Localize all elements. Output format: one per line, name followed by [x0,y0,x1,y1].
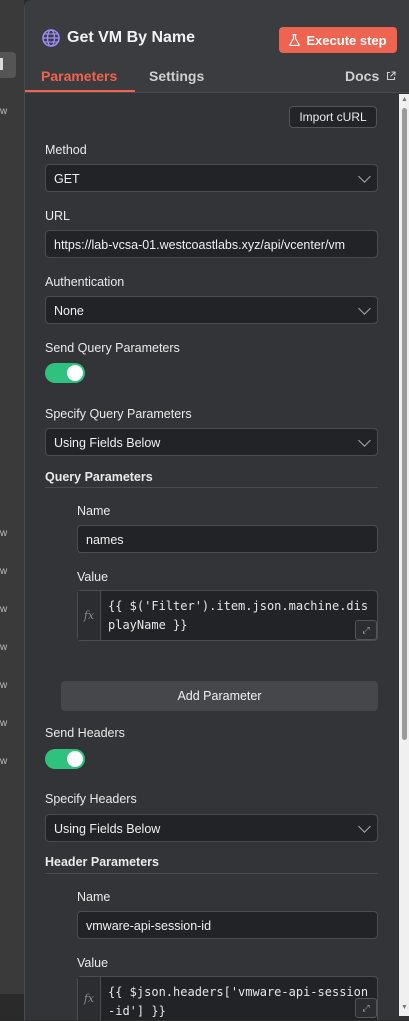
canvas-edge-mark: w [0,642,8,653]
canvas-footer [0,994,24,1020]
chevron-down-icon [358,434,371,447]
query-params-heading: Query Parameters [45,470,153,484]
flask-icon [289,34,301,46]
send-query-toggle[interactable] [45,363,85,383]
section-divider [45,873,378,874]
node-parameters-panel: Get VM By Name Execute step Parameters S… [24,0,409,1020]
specify-headers-value: Using Fields Below [54,822,161,836]
chevron-down-icon [358,170,371,183]
scrollbar-thumb[interactable] [402,108,407,740]
header-value-code: {{ $json.headers['vmware-api-session-id'… [108,985,369,1018]
canvas-node-tab[interactable] [0,52,16,78]
toggle-knob [67,751,83,767]
query-value-code: {{ $('Filter').item.json.machine.display… [108,599,369,632]
expand-icon[interactable]: ⤢ [355,620,377,640]
method-label: Method [45,143,87,157]
scroll-down-arrow[interactable]: ▼ [401,1004,408,1011]
method-value: GET [54,172,80,186]
canvas-edge-mark: w [0,680,8,691]
external-link-icon [387,71,396,81]
send-headers-label: Send Headers [45,726,125,740]
send-headers-toggle[interactable] [45,749,85,769]
node-title[interactable]: Get VM By Name [67,29,195,47]
canvas-edge-mark: w [0,528,8,539]
add-parameter-button[interactable]: Add Parameter [61,681,378,711]
header-value-label: Value [77,956,109,970]
canvas-edge-mark: w [0,756,8,767]
execute-step-button[interactable]: Execute step [279,27,397,53]
expand-icon[interactable]: ⤢ [355,998,377,1018]
canvas-background: w w w w w w w w [0,0,24,1020]
authentication-value: None [54,304,84,318]
canvas-edge-mark: w [0,718,8,729]
section-divider [45,487,378,488]
docs-link[interactable]: Docs [345,68,396,84]
chevron-down-icon [358,820,371,833]
canvas-edge-mark: w [0,106,8,117]
specify-query-select[interactable]: Using Fields Below [45,428,378,456]
authentication-label: Authentication [45,275,125,289]
fx-icon: fx [78,591,101,640]
canvas-edge-mark: w [0,604,8,615]
header-value-expression[interactable]: fx {{ $json.headers['vmware-api-session-… [77,976,378,1020]
specify-query-label: Specify Query Parameters [45,407,192,421]
url-label: URL [45,209,71,223]
tab-parameters[interactable]: Parameters [41,68,117,84]
specify-query-value: Using Fields Below [54,436,161,450]
header-params-heading: Header Parameters [45,855,159,869]
title-row: Get VM By Name [41,28,195,48]
import-curl-button[interactable]: Import cURL [289,106,377,128]
query-name-label: Name [77,504,111,518]
panel-header: Get VM By Name Execute step Parameters S… [25,0,409,93]
docs-label: Docs [345,68,380,84]
scroll-up-arrow[interactable]: ▲ [401,96,408,103]
tab-settings[interactable]: Settings [149,68,204,84]
execute-step-label: Execute step [306,32,387,48]
fx-icon: fx [78,977,101,1020]
url-input[interactable]: https://lab-vcsa-01.westcoastlabs.xyz/ap… [45,230,378,258]
header-name-label: Name [77,890,111,904]
query-name-input[interactable]: names [77,525,378,553]
panel-tabs: Parameters Settings Docs [25,66,409,93]
chevron-down-icon [358,302,371,315]
canvas-edge-mark: w [0,566,8,577]
authentication-select[interactable]: None [45,296,378,324]
query-value-label: Value [77,570,109,584]
globe-icon [42,29,60,47]
specify-headers-select[interactable]: Using Fields Below [45,814,378,842]
active-tab-indicator [25,90,135,92]
send-query-label: Send Query Parameters [45,341,180,355]
specify-headers-label: Specify Headers [45,792,137,806]
toggle-knob [67,365,83,381]
query-value-expression[interactable]: fx {{ $('Filter').item.json.machine.disp… [77,590,378,641]
method-select[interactable]: GET [45,164,378,192]
header-name-input[interactable]: vmware-api-session-id [77,911,378,939]
